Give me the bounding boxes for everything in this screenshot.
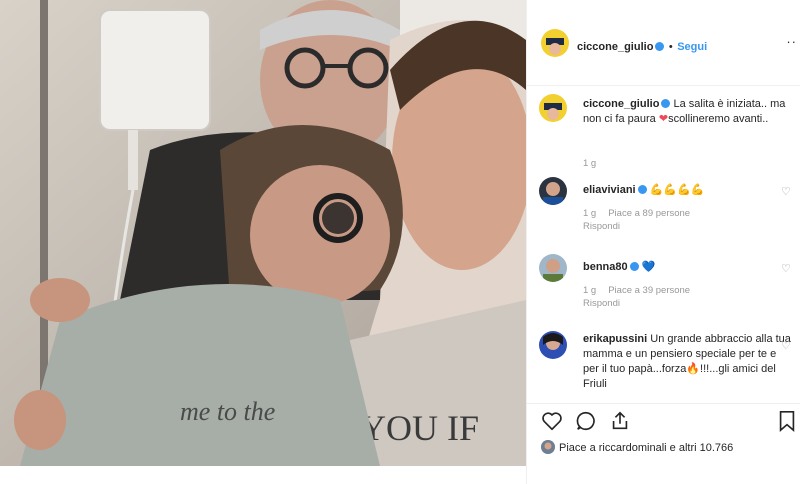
- commenter-avatar[interactable]: [539, 254, 567, 282]
- author-username[interactable]: ciccone_giulio: [577, 41, 653, 53]
- share-icon[interactable]: [609, 410, 631, 437]
- like-comment-heart-icon[interactable]: ♡: [781, 341, 791, 352]
- commenter-avatar[interactable]: [539, 177, 567, 205]
- comment-body: 💙: [641, 261, 656, 273]
- follow-button[interactable]: Segui: [677, 41, 707, 53]
- reply-button[interactable]: Rispondi: [583, 221, 620, 232]
- post-photo[interactable]: YOU IF me to the: [0, 0, 526, 466]
- verified-badge-icon: [629, 262, 639, 271]
- comment-username[interactable]: eliaviviani: [583, 184, 636, 196]
- comment-meta: 1 g Piace a 89 persone: [583, 208, 702, 219]
- caption-body-end: scollineremo avanti..: [668, 113, 769, 125]
- caption-text: ciccone_giulio La salita è iniziata.. ma…: [583, 97, 793, 127]
- author-avatar[interactable]: [539, 94, 567, 122]
- comment-item: erikapussini Un grande abbraccio alla tu…: [539, 331, 791, 401]
- caption-meta: 1 g: [583, 158, 608, 169]
- bookmark-icon[interactable]: [777, 410, 797, 437]
- comment-likes[interactable]: Piace a 89 persone: [608, 208, 690, 219]
- commenter-avatar[interactable]: [539, 331, 567, 359]
- caption: ciccone_giulio La salita è iniziata.. ma…: [539, 94, 791, 169]
- comment-likes[interactable]: Piace a 39 persone: [608, 285, 690, 296]
- reply-button[interactable]: Rispondi: [583, 298, 620, 309]
- heart-icon[interactable]: [541, 410, 563, 437]
- comment-username[interactable]: benna80: [583, 261, 628, 273]
- action-bar: [527, 403, 800, 439]
- comment-username[interactable]: erikapussini: [583, 333, 647, 345]
- comment-text: eliaviviani 💪💪💪💪: [583, 183, 793, 198]
- comment-item: benna80 💙 ♡ 1 g Piace a 39 persone Rispon…: [539, 254, 791, 314]
- selfie-image: YOU IF me to the: [0, 0, 526, 466]
- comment-item: eliaviviani 💪💪💪💪 ♡ 1 g Piace a 89 persone…: [539, 177, 791, 237]
- like-comment-heart-icon[interactable]: ♡: [781, 264, 791, 275]
- svg-text:me to the: me to the: [180, 397, 275, 426]
- comment-meta: 1 g Piace a 39 persone: [583, 285, 702, 296]
- comment-text: benna80 💙: [583, 260, 793, 275]
- caption-username[interactable]: ciccone_giulio: [583, 98, 659, 110]
- heart-emoji: ❤: [658, 113, 669, 125]
- comment-text: erikapussini Un grande abbraccio alla tu…: [583, 332, 793, 392]
- author-avatar[interactable]: [541, 29, 569, 57]
- verified-badge-icon: [655, 42, 665, 51]
- like-comment-heart-icon[interactable]: ♡: [781, 187, 791, 198]
- comment-age[interactable]: 1 g: [583, 208, 596, 219]
- verified-badge-icon: [661, 99, 671, 108]
- instagram-post: YOU IF me to the ciccone_giulio • Segui …: [0, 0, 800, 484]
- ellipsis-icon[interactable]: ··: [786, 34, 797, 49]
- post-header: ciccone_giulio • Segui ··: [527, 0, 800, 86]
- header-meta: ciccone_giulio • Segui: [577, 41, 708, 53]
- caption-age[interactable]: 1 g: [583, 158, 596, 169]
- comment-icon[interactable]: [575, 410, 597, 437]
- comment-list[interactable]: ciccone_giulio La salita è iniziata.. ma…: [527, 87, 800, 403]
- svg-text:YOU IF: YOU IF: [360, 408, 479, 448]
- likes-summary[interactable]: Piace a riccardominali e altri 10.766: [541, 440, 733, 460]
- verified-badge-icon: [637, 185, 647, 194]
- liker-avatar: [541, 440, 555, 454]
- comment-age[interactable]: 1 g: [583, 285, 596, 296]
- post-side-panel: ciccone_giulio • Segui ·· ciccone_giulio…: [526, 0, 800, 484]
- likes-text: Piace a riccardominali e altri 10.766: [559, 442, 734, 454]
- comment-body: 💪💪💪💪: [649, 184, 705, 196]
